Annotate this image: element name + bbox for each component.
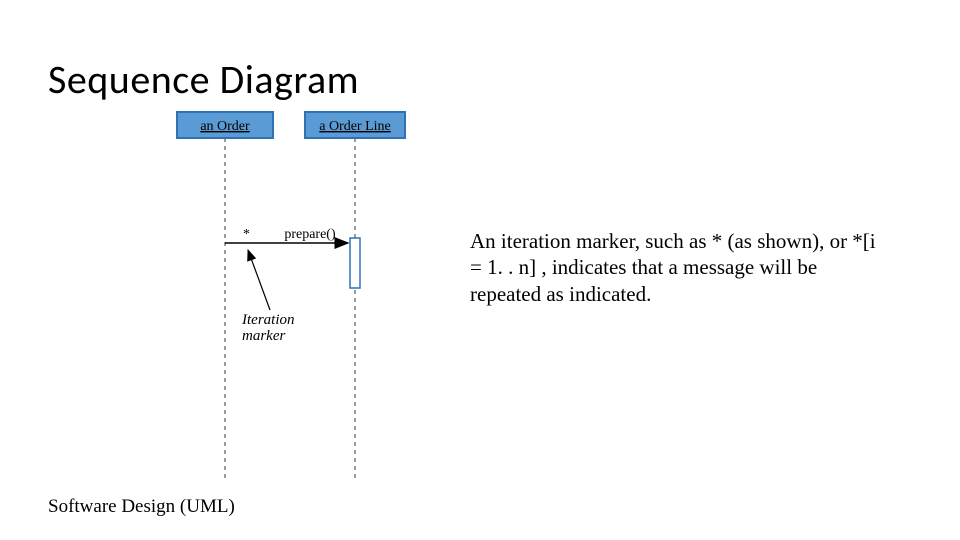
footer-text: Software Design (UML) (48, 496, 235, 518)
annotation-text-line2: marker (242, 328, 285, 344)
page-title: Sequence Diagram (48, 55, 359, 104)
activation-orderline (350, 238, 360, 288)
explanation-text: An iteration marker, such as * (as shown… (470, 228, 890, 307)
annotation-arrow (248, 250, 270, 310)
object-label-order: an Order (200, 119, 250, 134)
annotation-text-line1: Iteration (241, 312, 295, 328)
sequence-diagram: an Order a Order Line * prepare() Iterat… (130, 110, 450, 490)
message-label-prepare: prepare() (284, 227, 336, 242)
object-label-orderline: a Order Line (319, 119, 391, 134)
iteration-marker: * (243, 227, 250, 242)
